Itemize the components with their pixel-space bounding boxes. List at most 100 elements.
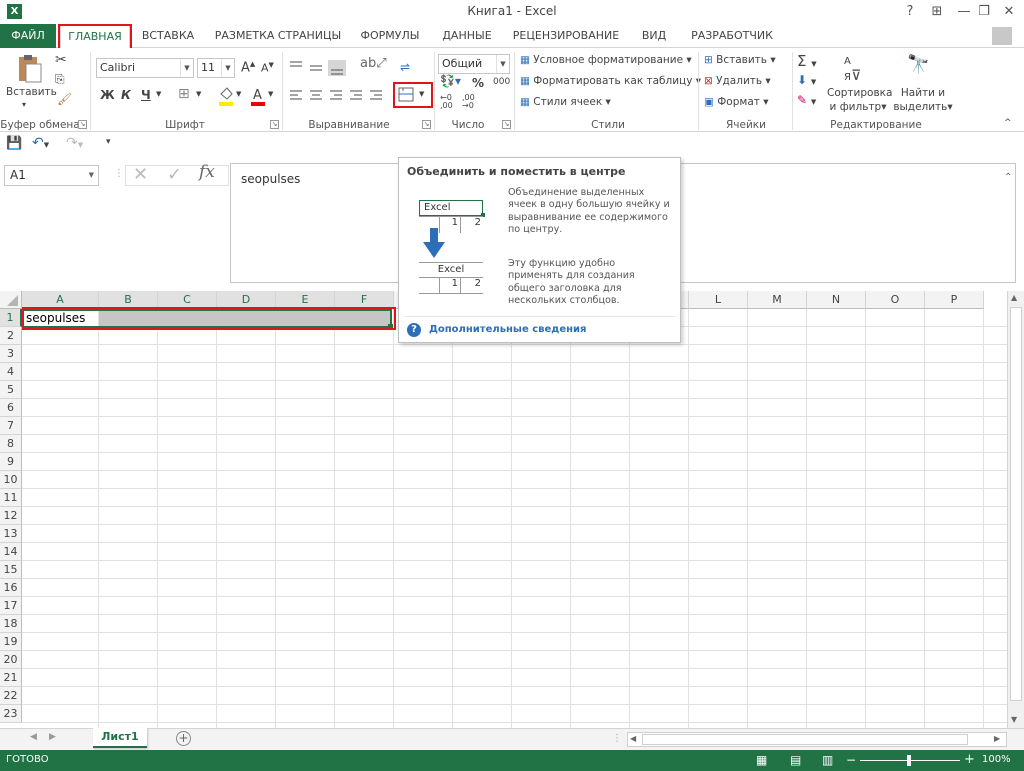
- cut-icon[interactable]: ✂: [55, 52, 67, 68]
- binoculars-icon[interactable]: 🔭: [907, 54, 929, 75]
- column-header[interactable]: C: [158, 291, 217, 309]
- decrease-decimal-icon[interactable]: ,00 →0: [462, 94, 475, 110]
- font-color-icon[interactable]: A: [250, 86, 266, 106]
- zoom-slider-thumb[interactable]: [907, 755, 911, 766]
- tab-file[interactable]: ФАЙЛ: [0, 24, 56, 48]
- paste-button[interactable]: Вставить: [6, 86, 57, 98]
- vertical-scrollbar[interactable]: ▲ ▼: [1007, 291, 1024, 728]
- clear-icon[interactable]: ✎ ▼: [797, 93, 816, 107]
- chevron-down-icon[interactable]: ▼: [156, 90, 161, 98]
- add-sheet-icon[interactable]: +: [176, 731, 191, 746]
- row-header[interactable]: 8: [0, 435, 22, 453]
- row-header[interactable]: 13: [0, 525, 22, 543]
- font-name-combo[interactable]: Calibri ▼: [96, 58, 194, 78]
- cell-a1[interactable]: seopulses: [26, 311, 85, 325]
- page-break-view-icon[interactable]: ▥: [822, 753, 833, 767]
- prev-sheet-icon[interactable]: ◀: [30, 732, 37, 742]
- conditional-formatting-button[interactable]: ▦ Условное форматирование ▾: [520, 54, 692, 66]
- close-button[interactable]: ✕: [997, 2, 1021, 22]
- increase-decimal-icon[interactable]: ←0,00: [440, 94, 453, 110]
- column-header[interactable]: F: [335, 291, 394, 309]
- normal-view-icon[interactable]: ▦: [756, 753, 767, 767]
- merge-center-icon[interactable]: [398, 86, 414, 104]
- zoom-out-icon[interactable]: −: [846, 753, 856, 767]
- horizontal-scrollbar[interactable]: ◀ ▶: [627, 732, 1007, 747]
- bold-button[interactable]: Ж: [100, 88, 115, 102]
- page-layout-view-icon[interactable]: ▤: [790, 753, 801, 767]
- row-header[interactable]: 12: [0, 507, 22, 525]
- name-box[interactable]: A1 ▼: [4, 165, 99, 186]
- tab-home[interactable]: ГЛАВНАЯ: [60, 24, 130, 49]
- alignment-launcher-icon[interactable]: ↘: [422, 120, 431, 129]
- hscroll-thumb[interactable]: [642, 734, 968, 745]
- fill-color-icon[interactable]: [218, 86, 234, 106]
- user-avatar[interactable]: [992, 27, 1012, 45]
- worksheet-grid[interactable]: ABCDEFGHIJKLMNOP 12345678910111213141516…: [0, 291, 1007, 728]
- format-as-table-button[interactable]: ▦ Форматировать как таблицу ▾: [520, 75, 701, 87]
- thousands-button[interactable]: 000: [493, 77, 510, 87]
- tab-insert[interactable]: ВСТАВКА: [136, 24, 200, 48]
- percent-button[interactable]: %: [472, 76, 484, 90]
- tab-data[interactable]: ДАННЫЕ: [434, 24, 500, 48]
- orientation-icon[interactable]: ab⤢: [360, 56, 387, 71]
- row-header[interactable]: 3: [0, 345, 22, 363]
- next-sheet-icon[interactable]: ▶: [49, 732, 56, 742]
- row-header[interactable]: 5: [0, 381, 22, 399]
- row-header[interactable]: 19: [0, 633, 22, 651]
- format-cells-button[interactable]: ▣ Формат ▾: [704, 96, 768, 108]
- collapse-ribbon-icon[interactable]: ^: [1004, 118, 1012, 128]
- row-header[interactable]: 16: [0, 579, 22, 597]
- scroll-right-icon[interactable]: ▶: [994, 734, 1000, 743]
- sort-filter-icon[interactable]: А Я⊽: [844, 52, 861, 85]
- insert-function-button[interactable]: fx: [199, 162, 215, 182]
- autosum-icon[interactable]: Σ ▼: [797, 52, 817, 70]
- tab-view[interactable]: ВИД: [634, 24, 674, 48]
- grow-font-button[interactable]: A▲: [241, 60, 255, 75]
- scroll-down-icon[interactable]: ▼: [1011, 715, 1017, 724]
- sort-filter-button[interactable]: Сортировка и фильтр▾: [827, 86, 892, 114]
- row-header[interactable]: 11: [0, 489, 22, 507]
- row-header[interactable]: 14: [0, 543, 22, 561]
- insert-cells-button[interactable]: ⊞ Вставить ▾: [704, 54, 776, 66]
- italic-button[interactable]: К: [121, 88, 131, 102]
- chevron-down-icon[interactable]: ▼: [236, 90, 241, 98]
- row-header[interactable]: 10: [0, 471, 22, 489]
- column-header[interactable]: E: [276, 291, 335, 309]
- column-header[interactable]: A: [22, 291, 99, 309]
- wrap-text-icon[interactable]: ⇌: [400, 60, 410, 74]
- delete-cells-button[interactable]: ⊠ Удалить ▾: [704, 75, 771, 87]
- cancel-icon[interactable]: ✕: [133, 164, 148, 185]
- paste-dropdown-icon[interactable]: ▾: [22, 100, 26, 109]
- scroll-thumb[interactable]: [1010, 307, 1022, 701]
- row-header[interactable]: 1: [0, 309, 22, 327]
- column-header[interactable]: P: [925, 291, 984, 309]
- number-format-combo[interactable]: Общий ▼: [438, 54, 510, 74]
- format-painter-icon[interactable]: 🖌: [57, 92, 72, 106]
- column-header[interactable]: B: [99, 291, 158, 309]
- row-header[interactable]: 22: [0, 687, 22, 705]
- enter-icon[interactable]: ✓: [167, 164, 182, 185]
- row-header[interactable]: 17: [0, 597, 22, 615]
- row-header[interactable]: 18: [0, 615, 22, 633]
- tab-formulas[interactable]: ФОРМУЛЫ: [354, 24, 426, 48]
- column-header[interactable]: D: [217, 291, 276, 309]
- find-select-button[interactable]: Найти и выделить▾: [892, 86, 954, 114]
- row-header[interactable]: 20: [0, 651, 22, 669]
- column-header[interactable]: M: [748, 291, 807, 309]
- column-header[interactable]: L: [689, 291, 748, 309]
- underline-button[interactable]: Ч: [141, 88, 151, 102]
- row-header[interactable]: 2: [0, 327, 22, 345]
- fill-icon[interactable]: ⬇ ▼: [797, 73, 816, 87]
- zoom-level[interactable]: 100%: [982, 754, 1011, 765]
- more-info-link[interactable]: Дополнительные сведения: [429, 324, 586, 335]
- tab-review[interactable]: РЕЦЕНЗИРОВАНИЕ: [508, 24, 624, 48]
- row-header[interactable]: 4: [0, 363, 22, 381]
- fill-handle[interactable]: [388, 324, 393, 329]
- borders-icon[interactable]: ⊞: [178, 86, 190, 102]
- sheet-tab-list1[interactable]: Лист1: [93, 728, 147, 748]
- undo-icon[interactable]: ↶▼: [32, 135, 49, 151]
- row-header[interactable]: 6: [0, 399, 22, 417]
- tab-split-handle-icon[interactable]: ⋮: [612, 733, 622, 744]
- row-header[interactable]: 15: [0, 561, 22, 579]
- ribbon-display-options-icon[interactable]: ⊞: [925, 2, 949, 22]
